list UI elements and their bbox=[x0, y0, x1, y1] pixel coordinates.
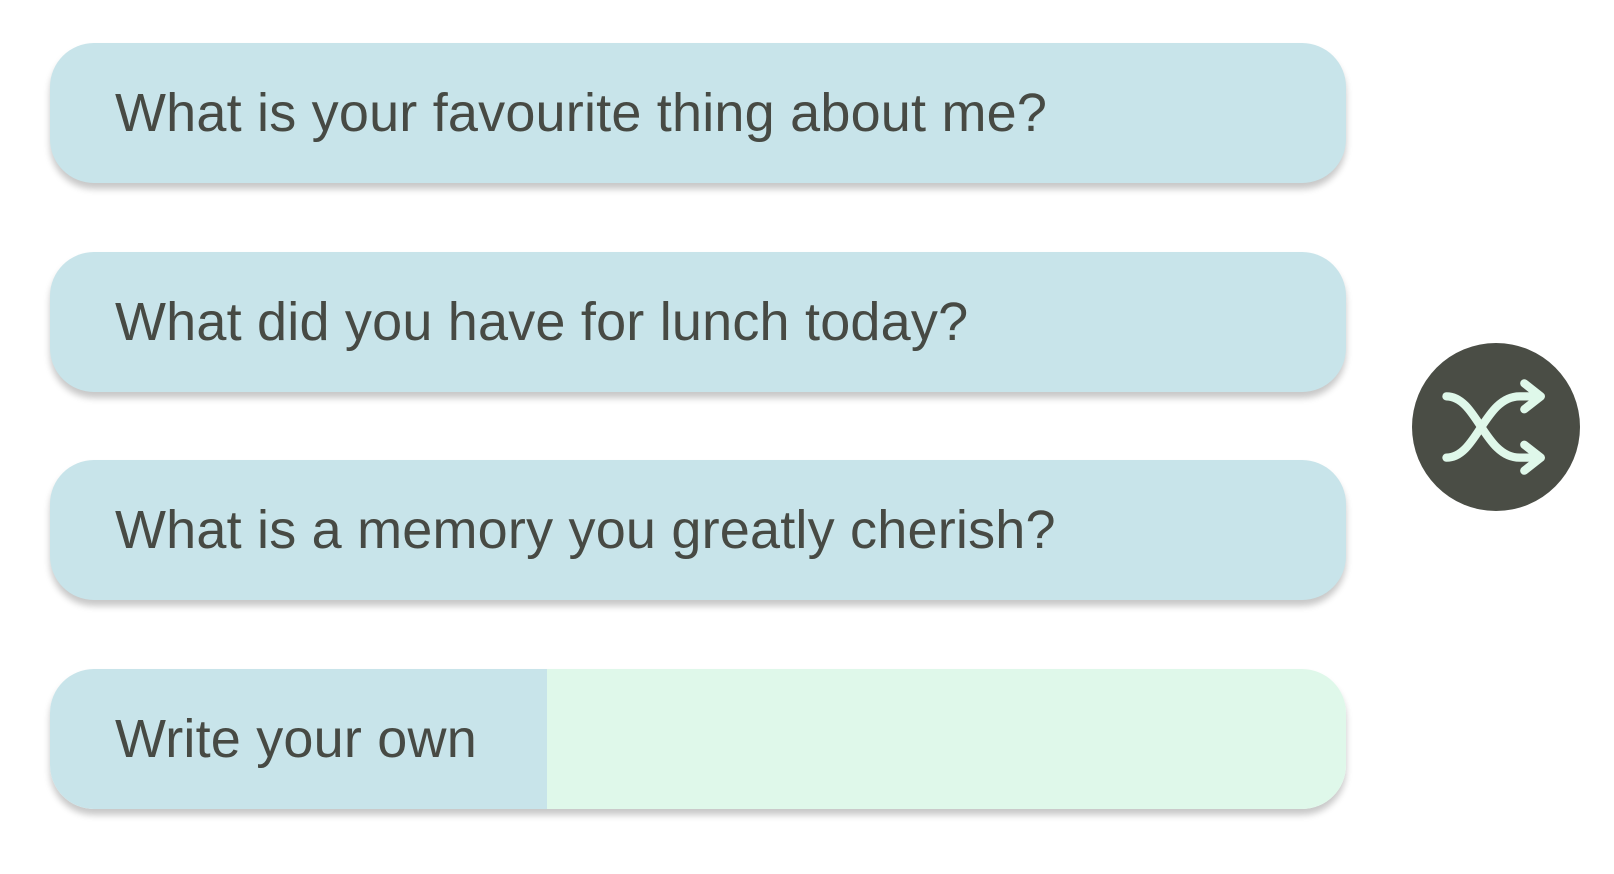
prompt-option-2[interactable]: What did you have for lunch today? bbox=[50, 252, 1346, 392]
write-your-own-input[interactable] bbox=[547, 669, 1346, 809]
shuffle-button[interactable] bbox=[1412, 343, 1580, 511]
prompt-option-1[interactable]: What is your favourite thing about me? bbox=[50, 43, 1346, 183]
shuffle-icon bbox=[1442, 379, 1545, 475]
prompt-option-label: What is a memory you greatly cherish? bbox=[115, 500, 1056, 560]
prompt-option-label: What did you have for lunch today? bbox=[115, 292, 969, 352]
write-your-own-row: Write your own bbox=[50, 669, 1346, 809]
prompt-option-3[interactable]: What is a memory you greatly cherish? bbox=[50, 460, 1346, 600]
prompt-option-label: What is your favourite thing about me? bbox=[115, 83, 1048, 143]
write-your-own-label: Write your own bbox=[50, 669, 547, 809]
